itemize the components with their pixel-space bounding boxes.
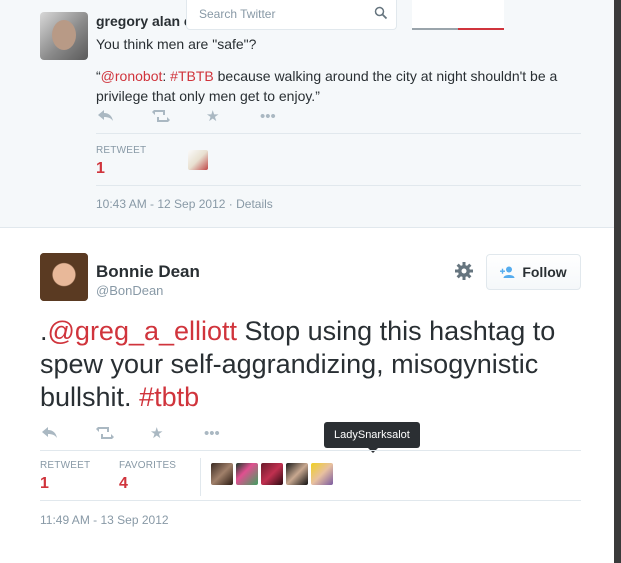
add-user-icon: [500, 266, 516, 278]
retweeter-avatar[interactable]: [188, 150, 208, 170]
tweet-timestamp: 10:43 AM - 12 Sep 2012 · Details: [96, 197, 273, 211]
retweet-stat[interactable]: RETWEET 1: [40, 460, 90, 493]
tweet-text: .@greg_a_elliott Stop using this hashtag…: [40, 315, 580, 414]
favoriter-avatar[interactable]: [261, 463, 283, 485]
retweet-icon[interactable]: [152, 110, 206, 122]
hashtag-link[interactable]: #TBTB: [170, 68, 214, 84]
user-tooltip: LadySnarksalot: [324, 422, 420, 453]
divider: [96, 185, 581, 186]
details-link[interactable]: Details: [236, 197, 273, 211]
retweet-label: RETWEET: [96, 145, 147, 156]
tweet-actions: ★ •••: [98, 107, 314, 125]
star-icon[interactable]: ★: [206, 107, 260, 125]
favoriter-avatar[interactable]: [286, 463, 308, 485]
retweet-count: 1: [96, 160, 105, 177]
author-name[interactable]: gregory alan e: [96, 13, 192, 29]
retweet-count: 1: [40, 475, 49, 492]
tweet-line: You think men are "safe"?: [96, 36, 257, 52]
divider: [40, 500, 581, 501]
quoted-text: “@ronobot: #TBTB because walking around …: [96, 66, 576, 106]
favorites-stat[interactable]: FAVORITES 4: [119, 460, 176, 493]
divider: [40, 450, 581, 451]
hashtag-link[interactable]: #tbtb: [139, 382, 199, 412]
favoriter-avatar[interactable]: [236, 463, 258, 485]
text-prefix: .: [40, 316, 48, 346]
reply-icon[interactable]: [42, 427, 96, 439]
nav-button[interactable]: [412, 0, 458, 30]
retweet-label: RETWEET: [40, 460, 91, 471]
separator: :: [162, 68, 171, 84]
nav-button[interactable]: [458, 0, 504, 30]
follow-label: Follow: [522, 264, 567, 280]
follow-button[interactable]: Follow: [486, 254, 581, 290]
retweet-icon[interactable]: [96, 427, 150, 439]
gear-icon[interactable]: [454, 261, 474, 281]
search-box[interactable]: Search Twitter: [186, 0, 397, 30]
divider: [200, 458, 201, 496]
search-icon[interactable]: [374, 6, 388, 20]
avatar[interactable]: [40, 253, 88, 301]
tweet-actions: ★ •••: [42, 424, 258, 442]
favoriter-avatar[interactable]: [211, 463, 233, 485]
more-icon[interactable]: •••: [204, 425, 258, 442]
mention-link[interactable]: @ronobot: [101, 68, 163, 84]
window-edge: [614, 0, 621, 563]
search-input[interactable]: Search Twitter: [199, 7, 275, 21]
timestamp[interactable]: 10:43 AM - 12 Sep 2012: [96, 197, 225, 211]
author-name[interactable]: Bonnie Dean: [96, 262, 200, 282]
author-handle[interactable]: @BonDean: [96, 283, 163, 298]
more-icon[interactable]: •••: [260, 108, 314, 125]
favorites-label: FAVORITES: [119, 460, 177, 471]
favoriter-avatars: [211, 463, 333, 485]
avatar[interactable]: [40, 12, 88, 60]
favoriter-avatar[interactable]: [311, 463, 333, 485]
mention-link[interactable]: @greg_a_elliott: [48, 316, 238, 346]
star-icon[interactable]: ★: [150, 424, 204, 442]
divider: [96, 133, 581, 134]
parent-tweet: gregory alan e You think men are "safe"?…: [0, 0, 621, 228]
reply-icon[interactable]: [98, 110, 152, 122]
tweet-text: You think men are "safe"? “@ronobot: #TB…: [96, 34, 576, 106]
separator: ·: [225, 197, 237, 211]
tweet-timestamp[interactable]: 11:49 AM - 13 Sep 2012: [40, 513, 169, 527]
favorites-count: 4: [119, 475, 128, 492]
retweet-stat[interactable]: RETWEET 1: [96, 145, 146, 178]
